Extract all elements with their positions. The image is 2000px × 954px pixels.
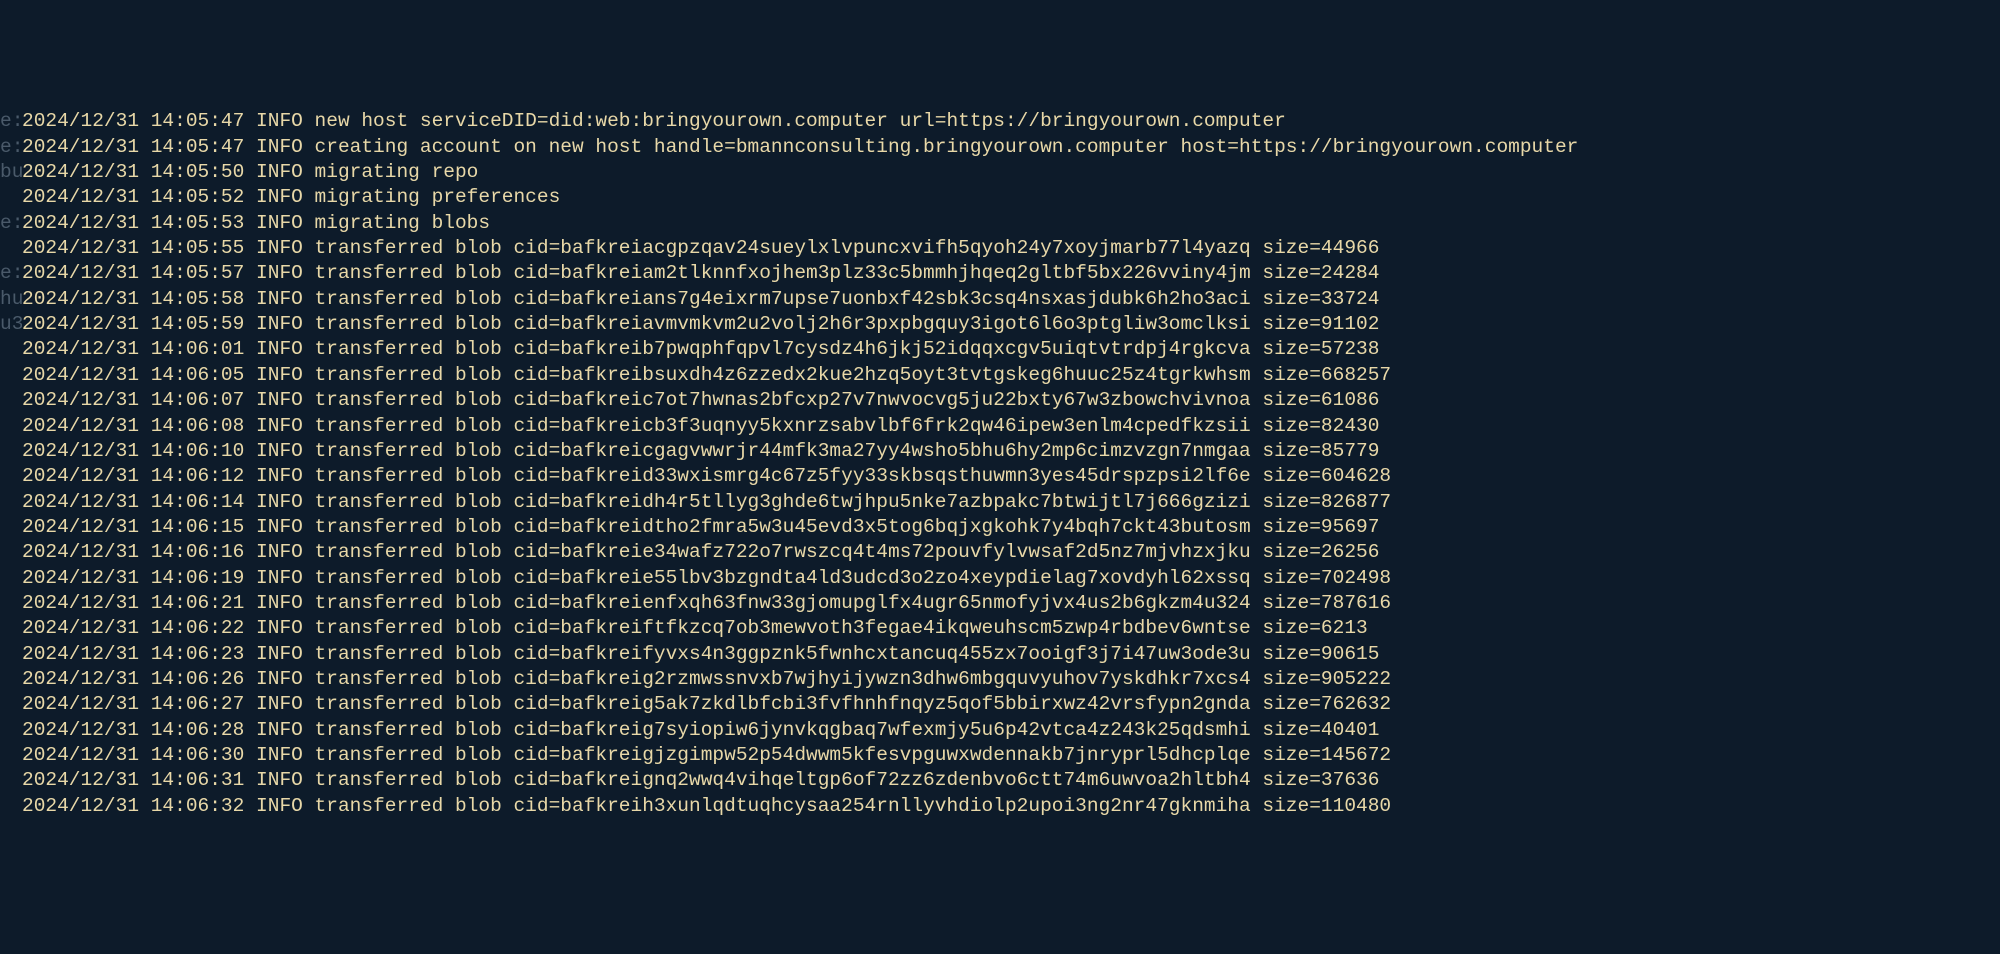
- log-line: 2024/12/31 14:06:14 INFO transferred blo…: [0, 490, 2000, 515]
- log-line: 2024/12/31 14:06:19 INFO transferred blo…: [0, 566, 2000, 591]
- gutter-fragment: bu: [0, 160, 22, 185]
- log-line: 2024/12/31 14:06:28 INFO transferred blo…: [0, 718, 2000, 743]
- log-text: 2024/12/31 14:06:07 INFO transferred blo…: [22, 389, 1379, 411]
- log-line: 2024/12/31 14:06:21 INFO transferred blo…: [0, 591, 2000, 616]
- log-text: 2024/12/31 14:06:21 INFO transferred blo…: [22, 592, 1391, 614]
- log-line: u32024/12/31 14:05:59 INFO transferred b…: [0, 312, 2000, 337]
- log-text: 2024/12/31 14:06:10 INFO transferred blo…: [22, 440, 1379, 462]
- log-text: 2024/12/31 14:06:19 INFO transferred blo…: [22, 567, 1391, 589]
- log-line: 2024/12/31 14:06:10 INFO transferred blo…: [0, 439, 2000, 464]
- log-text: 2024/12/31 14:06:31 INFO transferred blo…: [22, 769, 1379, 791]
- gutter-fragment: e:: [0, 261, 22, 286]
- log-line: hu2024/12/31 14:05:58 INFO transferred b…: [0, 287, 2000, 312]
- log-line: 2024/12/31 14:06:16 INFO transferred blo…: [0, 540, 2000, 565]
- log-line: e:2024/12/31 14:05:57 INFO transferred b…: [0, 261, 2000, 286]
- log-text: 2024/12/31 14:06:16 INFO transferred blo…: [22, 541, 1379, 563]
- log-text: 2024/12/31 14:05:50 INFO migrating repo: [22, 161, 478, 183]
- log-text: 2024/12/31 14:05:59 INFO transferred blo…: [22, 313, 1379, 335]
- log-text: 2024/12/31 14:06:08 INFO transferred blo…: [22, 415, 1379, 437]
- log-text: 2024/12/31 14:06:30 INFO transferred blo…: [22, 744, 1391, 766]
- log-text: 2024/12/31 14:06:28 INFO transferred blo…: [22, 719, 1379, 741]
- log-line: 2024/12/31 14:06:08 INFO transferred blo…: [0, 414, 2000, 439]
- log-text: 2024/12/31 14:06:27 INFO transferred blo…: [22, 693, 1391, 715]
- log-line: 2024/12/31 14:06:07 INFO transferred blo…: [0, 388, 2000, 413]
- log-line: 2024/12/31 14:06:26 INFO transferred blo…: [0, 667, 2000, 692]
- gutter-fragment: e:: [0, 109, 22, 134]
- log-line: 2024/12/31 14:06:05 INFO transferred blo…: [0, 363, 2000, 388]
- log-text: 2024/12/31 14:05:53 INFO migrating blobs: [22, 212, 490, 234]
- log-text: 2024/12/31 14:06:23 INFO transferred blo…: [22, 643, 1379, 665]
- log-text: 2024/12/31 14:06:01 INFO transferred blo…: [22, 338, 1379, 360]
- log-text: 2024/12/31 14:05:47 INFO new host servic…: [22, 110, 1286, 132]
- log-text: 2024/12/31 14:06:05 INFO transferred blo…: [22, 364, 1391, 386]
- log-text: 2024/12/31 14:05:55 INFO transferred blo…: [22, 237, 1379, 259]
- log-line: bu2024/12/31 14:05:50 INFO migrating rep…: [0, 160, 2000, 185]
- gutter-fragment: e:: [0, 211, 22, 236]
- log-line: e:2024/12/31 14:05:53 INFO migrating blo…: [0, 211, 2000, 236]
- log-line: 2024/12/31 14:06:32 INFO transferred blo…: [0, 794, 2000, 819]
- log-line: 2024/12/31 14:06:15 INFO transferred blo…: [0, 515, 2000, 540]
- log-line: 2024/12/31 14:05:52 INFO migrating prefe…: [0, 185, 2000, 210]
- log-line: e:2024/12/31 14:05:47 INFO new host serv…: [0, 109, 2000, 134]
- log-line: 2024/12/31 14:06:31 INFO transferred blo…: [0, 768, 2000, 793]
- log-text: 2024/12/31 14:06:22 INFO transferred blo…: [22, 617, 1368, 639]
- log-text: 2024/12/31 14:06:14 INFO transferred blo…: [22, 491, 1391, 513]
- gutter-fragment: hu: [0, 287, 22, 312]
- log-line: 2024/12/31 14:06:22 INFO transferred blo…: [0, 616, 2000, 641]
- log-text: 2024/12/31 14:05:47 INFO creating accoun…: [22, 136, 1578, 158]
- gutter-fragment: e:: [0, 135, 22, 160]
- gutter-fragment: u3: [0, 312, 22, 337]
- log-text: 2024/12/31 14:06:32 INFO transferred blo…: [22, 795, 1391, 817]
- log-text: 2024/12/31 14:05:58 INFO transferred blo…: [22, 288, 1379, 310]
- log-text: 2024/12/31 14:06:26 INFO transferred blo…: [22, 668, 1391, 690]
- terminal-output: e:2024/12/31 14:05:47 INFO new host serv…: [0, 109, 2000, 819]
- log-line: 2024/12/31 14:06:12 INFO transferred blo…: [0, 464, 2000, 489]
- log-line: e:2024/12/31 14:05:47 INFO creating acco…: [0, 135, 2000, 160]
- log-text: 2024/12/31 14:06:12 INFO transferred blo…: [22, 465, 1391, 487]
- log-text: 2024/12/31 14:05:52 INFO migrating prefe…: [22, 186, 560, 208]
- log-text: 2024/12/31 14:05:57 INFO transferred blo…: [22, 262, 1379, 284]
- log-line: 2024/12/31 14:06:30 INFO transferred blo…: [0, 743, 2000, 768]
- log-text: 2024/12/31 14:06:15 INFO transferred blo…: [22, 516, 1379, 538]
- log-line: 2024/12/31 14:05:55 INFO transferred blo…: [0, 236, 2000, 261]
- log-line: 2024/12/31 14:06:01 INFO transferred blo…: [0, 337, 2000, 362]
- log-line: 2024/12/31 14:06:27 INFO transferred blo…: [0, 692, 2000, 717]
- gutter-fragment: [0, 337, 22, 362]
- log-line: 2024/12/31 14:06:23 INFO transferred blo…: [0, 642, 2000, 667]
